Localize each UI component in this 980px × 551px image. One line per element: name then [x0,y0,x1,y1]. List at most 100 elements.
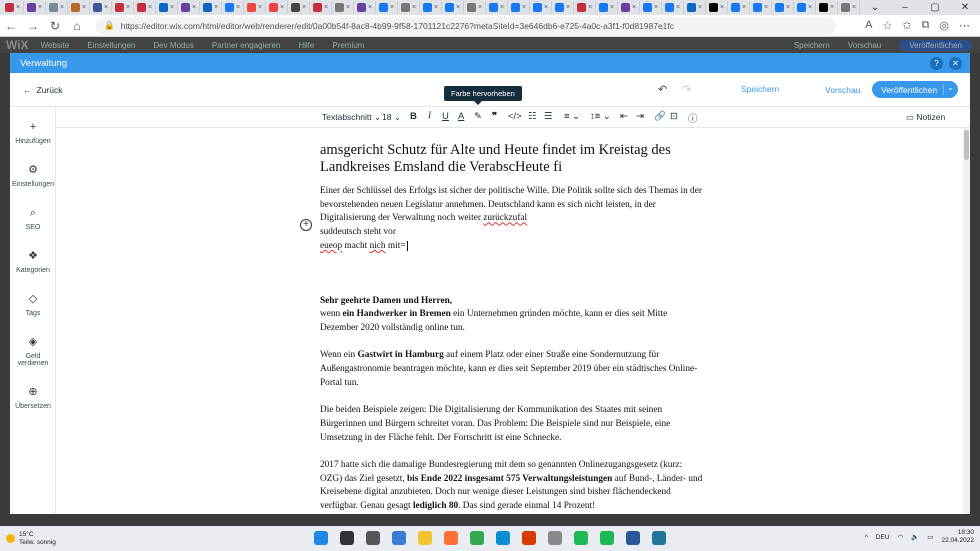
close-tab-icon[interactable]: × [148,4,152,11]
close-tab-icon[interactable]: × [434,4,438,11]
close-tab-icon[interactable]: × [456,4,460,11]
close-tab-icon[interactable]: × [170,4,174,11]
sidebar-item-seo[interactable]: ⌕ SEO [10,207,56,231]
browser-tab[interactable]: × [486,1,508,14]
spotify-2-icon[interactable] [600,531,614,545]
post-body[interactable]: amsgericht Schutz für Alte und Heute fin… [320,142,705,514]
browser-tab[interactable]: × [68,1,90,14]
home-icon[interactable]: ⌂ [66,19,88,33]
minimize-icon[interactable]: – [890,2,920,13]
browser-tab[interactable]: × [552,1,574,14]
close-tab-icon[interactable]: × [786,4,790,11]
browser-tab[interactable]: × [530,1,552,14]
close-tab-icon[interactable]: × [104,4,108,11]
post-title[interactable]: amsgericht Schutz für Alte und Heute fin… [320,142,705,176]
browser-tab[interactable]: × [772,1,794,14]
paragraph[interactable]: 2017 hatte sich die damalige Bundesregie… [320,459,705,514]
font-size-dropdown[interactable]: 18 ⌄ [382,112,401,123]
scrollbar-thumb[interactable] [964,130,969,160]
close-tab-icon[interactable]: × [566,4,570,11]
collections-icon[interactable]: ⧉ [922,19,930,32]
paragraph[interactable]: Sehr geehrte Damen und Herren, wenn ein H… [320,295,705,336]
browser-tab[interactable]: × [838,1,860,14]
task-view-icon[interactable] [366,531,380,545]
wix-menu-help[interactable]: Hilfe [298,41,314,50]
close-tab-icon[interactable]: × [808,4,812,11]
browser-tab[interactable]: × [750,1,772,14]
wordpress-icon[interactable] [652,531,666,545]
close-tab-icon[interactable]: × [610,4,614,11]
sidebar-item-categories[interactable]: ❖ Kategorien [10,250,56,274]
close-tab-icon[interactable]: × [258,4,262,11]
browser-tab[interactable]: × [266,1,288,14]
add-block-icon[interactable]: + [300,219,312,231]
info-icon[interactable]: ⓘ [688,111,698,125]
close-tab-icon[interactable]: × [742,4,746,11]
close-tab-icon[interactable]: × [302,4,306,11]
quote-icon[interactable]: ❞ [492,111,497,122]
close-tab-icon[interactable]: × [82,4,86,11]
code-icon[interactable]: </> [508,111,522,122]
close-tab-icon[interactable]: × [126,4,130,11]
language-indicator[interactable]: DEU [876,534,890,541]
edge-icon[interactable] [496,531,510,545]
paragraph-style-dropdown[interactable]: Textabschnitt ⌄ [322,112,381,123]
line-spacing-icon[interactable]: ↕≡ ⌄ [590,111,611,122]
close-tab-icon[interactable]: × [830,4,834,11]
notes-button[interactable]: ▭ Notizen [906,112,945,123]
close-tab-icon[interactable]: × [38,4,42,11]
save-button[interactable]: Speichern [741,84,779,94]
browser-tab[interactable]: × [46,1,68,14]
explorer-icon[interactable] [418,531,432,545]
close-tab-icon[interactable]: × [764,4,768,11]
underline-icon[interactable]: U [442,111,449,122]
browser-tab[interactable]: × [134,1,156,14]
close-tab-icon[interactable]: × [720,4,724,11]
browser-tab[interactable]: × [816,1,838,14]
paragraph[interactable]: Die beiden Beispiele zeigen: Die Digital… [320,404,705,445]
wix-menu-partner[interactable]: Partner engagieren [212,41,281,50]
browser-tab[interactable]: × [222,1,244,14]
browser-tab[interactable]: × [706,1,728,14]
alignment-icon[interactable]: ≡ ⌄ [564,111,580,122]
browser-tab[interactable]: × [244,1,266,14]
browser-tab[interactable]: × [376,1,398,14]
browser-tab[interactable]: × [156,1,178,14]
sidebar-item-monetize[interactable]: ◈ Geld verdienen [10,336,56,367]
wifi-icon[interactable]: ◠ [898,533,904,541]
highlight-icon[interactable]: ✎ [474,111,482,122]
profile-icon[interactable]: ◎ [939,19,949,32]
paragraph[interactable]: suddeutsch steht vor [320,226,705,240]
close-window-icon[interactable]: ✕ [950,2,980,13]
close-tab-icon[interactable]: × [852,4,856,11]
browser-tab[interactable]: × [640,1,662,14]
tab-search-icon[interactable]: ⌄ [860,2,890,13]
close-tab-icon[interactable]: × [522,4,526,11]
close-tab-icon[interactable]: × [478,4,482,11]
numbered-list-icon[interactable]: ☷ [528,111,537,122]
wix-menu-premium[interactable]: Premium [332,41,364,50]
close-tab-icon[interactable]: × [698,4,702,11]
wix-menu-settings[interactable]: Einstellungen [87,41,135,50]
close-tab-icon[interactable]: × [192,4,196,11]
redo-icon[interactable]: ↷ [682,83,691,96]
browser-tab[interactable]: × [200,1,222,14]
wix-save[interactable]: Speichern [794,41,830,50]
wix-menu-website[interactable]: Website [41,41,70,50]
anchor-icon[interactable]: ⊡ [670,111,678,122]
scrollbar[interactable] [963,128,970,514]
maximize-icon[interactable]: ▢ [920,2,950,13]
close-tab-icon[interactable]: × [412,4,416,11]
undo-icon[interactable]: ↶ [658,83,667,96]
sidebar-item-tags[interactable]: ◇ Tags [10,293,56,317]
bulleted-list-icon[interactable]: ☰ [544,111,553,122]
link-icon[interactable]: 🔗 [654,111,666,122]
chrome-icon[interactable] [470,531,484,545]
close-tab-icon[interactable]: × [16,4,20,11]
browser-tab[interactable]: × [310,1,332,14]
text-color-icon[interactable]: A [458,111,464,122]
close-tab-icon[interactable]: × [390,4,394,11]
help-icon[interactable]: ? [930,56,943,70]
url-field[interactable]: 🔒 https://editor.wix.com/html/editor/web… [96,16,836,35]
chevron-up-icon[interactable]: ^ [865,534,868,541]
